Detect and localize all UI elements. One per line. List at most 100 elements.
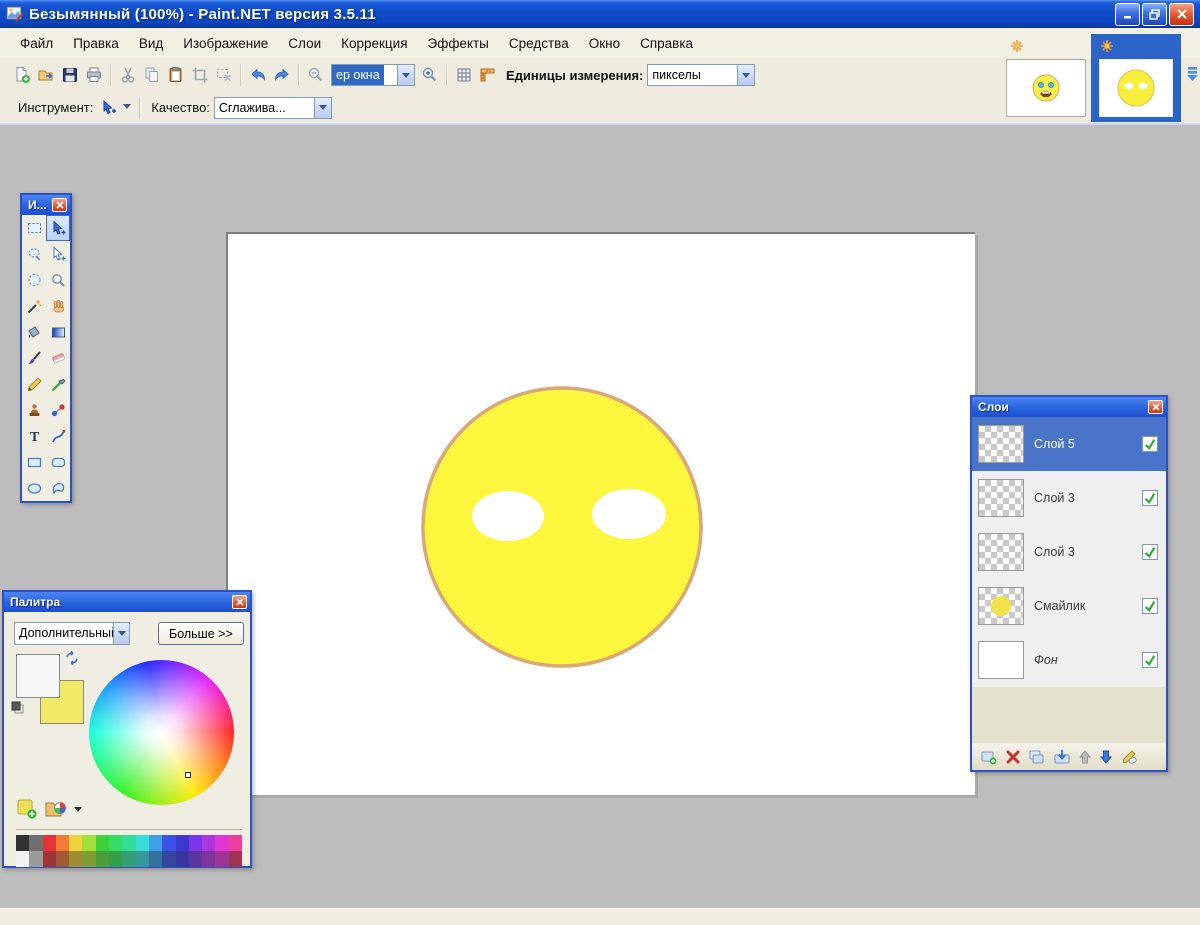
tool-clone-stamp[interactable]	[22, 397, 46, 423]
redo-button[interactable]	[270, 63, 294, 87]
add-color-button[interactable]	[16, 798, 38, 820]
color-wheel[interactable]	[89, 660, 234, 805]
layer-row-4[interactable]: Слой 3	[972, 471, 1166, 525]
close-button[interactable]	[1169, 3, 1194, 26]
units-combo-dropdown[interactable]	[737, 65, 754, 85]
swap-colors-icon[interactable]	[64, 650, 80, 666]
cut-button[interactable]	[116, 63, 140, 87]
open-file-button[interactable]	[34, 63, 58, 87]
menu-layers[interactable]: Слои	[278, 32, 331, 55]
primary-color-swatch[interactable]	[16, 654, 60, 698]
tool-lasso-select[interactable]	[22, 241, 46, 267]
palette-preset-combobox[interactable]: Дополнительный	[14, 622, 130, 645]
layers-panel-close-button[interactable]	[1148, 400, 1163, 414]
palette-swatch[interactable]	[136, 835, 149, 851]
tool-rectangle-select[interactable]	[22, 215, 46, 241]
palette-swatch[interactable]	[96, 851, 109, 867]
tool-line-curve[interactable]	[46, 423, 70, 449]
add-layer-button[interactable]	[980, 749, 998, 765]
image-thumbnail-1[interactable]	[1001, 34, 1091, 122]
save-button[interactable]	[58, 63, 82, 87]
palette-swatch[interactable]	[16, 851, 29, 867]
palette-swatch[interactable]	[215, 851, 228, 867]
tool-move-selection[interactable]	[46, 241, 70, 267]
minimize-button[interactable]	[1115, 3, 1140, 26]
menu-file[interactable]: Файл	[10, 32, 63, 55]
palette-swatch[interactable]	[29, 835, 42, 851]
tools-panel-close-button[interactable]	[52, 198, 67, 212]
new-file-button[interactable]	[10, 63, 34, 87]
palette-swatch[interactable]	[16, 835, 29, 851]
menu-image[interactable]: Изображение	[173, 32, 278, 55]
palette-swatch[interactable]	[109, 835, 122, 851]
move-layer-down-button[interactable]	[1099, 749, 1113, 765]
menu-edit[interactable]: Правка	[63, 32, 129, 55]
palette-panel-close-button[interactable]	[232, 595, 247, 609]
quality-combobox[interactable]: Сглажива...	[214, 97, 332, 119]
palette-swatch[interactable]	[189, 835, 202, 851]
zoom-out-button[interactable]	[304, 63, 328, 87]
palette-menu-button[interactable]	[44, 798, 68, 820]
layer-visible-checkbox[interactable]	[1142, 652, 1158, 668]
palette-swatch[interactable]	[215, 835, 228, 851]
palette-swatch[interactable]	[56, 835, 69, 851]
deselect-button[interactable]	[212, 63, 236, 87]
palette-swatch[interactable]	[176, 851, 189, 867]
layer-row-smiley[interactable]: Смайлик	[972, 579, 1166, 633]
tool-text[interactable]: T	[22, 423, 46, 449]
palette-swatch[interactable]	[202, 851, 215, 867]
tool-rectangle-shape[interactable]	[22, 449, 46, 475]
palette-swatch[interactable]	[122, 851, 135, 867]
tool-ellipse-shape[interactable]	[22, 475, 46, 501]
zoom-combobox[interactable]: ер окна	[331, 64, 415, 86]
menu-window[interactable]: Окно	[579, 32, 630, 55]
menu-view[interactable]: Вид	[129, 32, 173, 55]
ruler-toggle-button[interactable]	[476, 63, 500, 87]
move-layer-up-button[interactable]	[1078, 749, 1092, 765]
layer-row-background[interactable]: Фон	[972, 633, 1166, 687]
palette-swatch[interactable]	[136, 851, 149, 867]
quality-combo-dropdown[interactable]	[314, 98, 331, 118]
palette-swatch[interactable]	[149, 851, 162, 867]
palette-swatch[interactable]	[229, 835, 242, 851]
copy-button[interactable]	[140, 63, 164, 87]
layer-visible-checkbox[interactable]	[1142, 436, 1158, 452]
tools-panel-titlebar[interactable]: И...	[22, 195, 70, 215]
palette-more-button[interactable]: Больше >>	[158, 622, 244, 645]
tool-recolor[interactable]	[46, 397, 70, 423]
tool-paintbrush[interactable]	[22, 345, 46, 371]
menu-effects[interactable]: Эффекты	[418, 32, 499, 55]
layer-row-5[interactable]: Слой 5	[972, 417, 1166, 471]
palette-swatch[interactable]	[176, 835, 189, 851]
tool-freeform-shape[interactable]	[46, 475, 70, 501]
palette-swatch[interactable]	[43, 835, 56, 851]
palette-menu-caret[interactable]	[74, 807, 82, 816]
palette-swatch[interactable]	[109, 851, 122, 867]
palette-swatch[interactable]	[189, 851, 202, 867]
tool-rounded-rectangle[interactable]	[46, 449, 70, 475]
palette-swatch[interactable]	[162, 851, 175, 867]
delete-layer-button[interactable]	[1005, 749, 1021, 765]
crop-button[interactable]	[188, 63, 212, 87]
paste-button[interactable]	[164, 63, 188, 87]
palette-swatch[interactable]	[56, 851, 69, 867]
layers-panel-titlebar[interactable]: Слои	[972, 397, 1166, 417]
palette-swatch[interactable]	[202, 835, 215, 851]
tool-color-picker[interactable]	[46, 371, 70, 397]
layer-visible-checkbox[interactable]	[1142, 598, 1158, 614]
tool-ellipse-select[interactable]	[22, 267, 46, 293]
palette-swatch[interactable]	[82, 851, 95, 867]
palette-swatch[interactable]	[29, 851, 42, 867]
tool-magic-wand[interactable]	[22, 293, 46, 319]
palette-swatch[interactable]	[96, 835, 109, 851]
grid-toggle-button[interactable]	[452, 63, 476, 87]
palette-swatch[interactable]	[82, 835, 95, 851]
tool-pan[interactable]	[46, 293, 70, 319]
palette-swatch[interactable]	[162, 835, 175, 851]
palette-swatch[interactable]	[122, 835, 135, 851]
layer-visible-checkbox[interactable]	[1142, 544, 1158, 560]
palette-preset-dropdown[interactable]	[113, 623, 129, 644]
menu-help[interactable]: Справка	[630, 32, 703, 55]
tool-gradient[interactable]	[46, 319, 70, 345]
layer-visible-checkbox[interactable]	[1142, 490, 1158, 506]
